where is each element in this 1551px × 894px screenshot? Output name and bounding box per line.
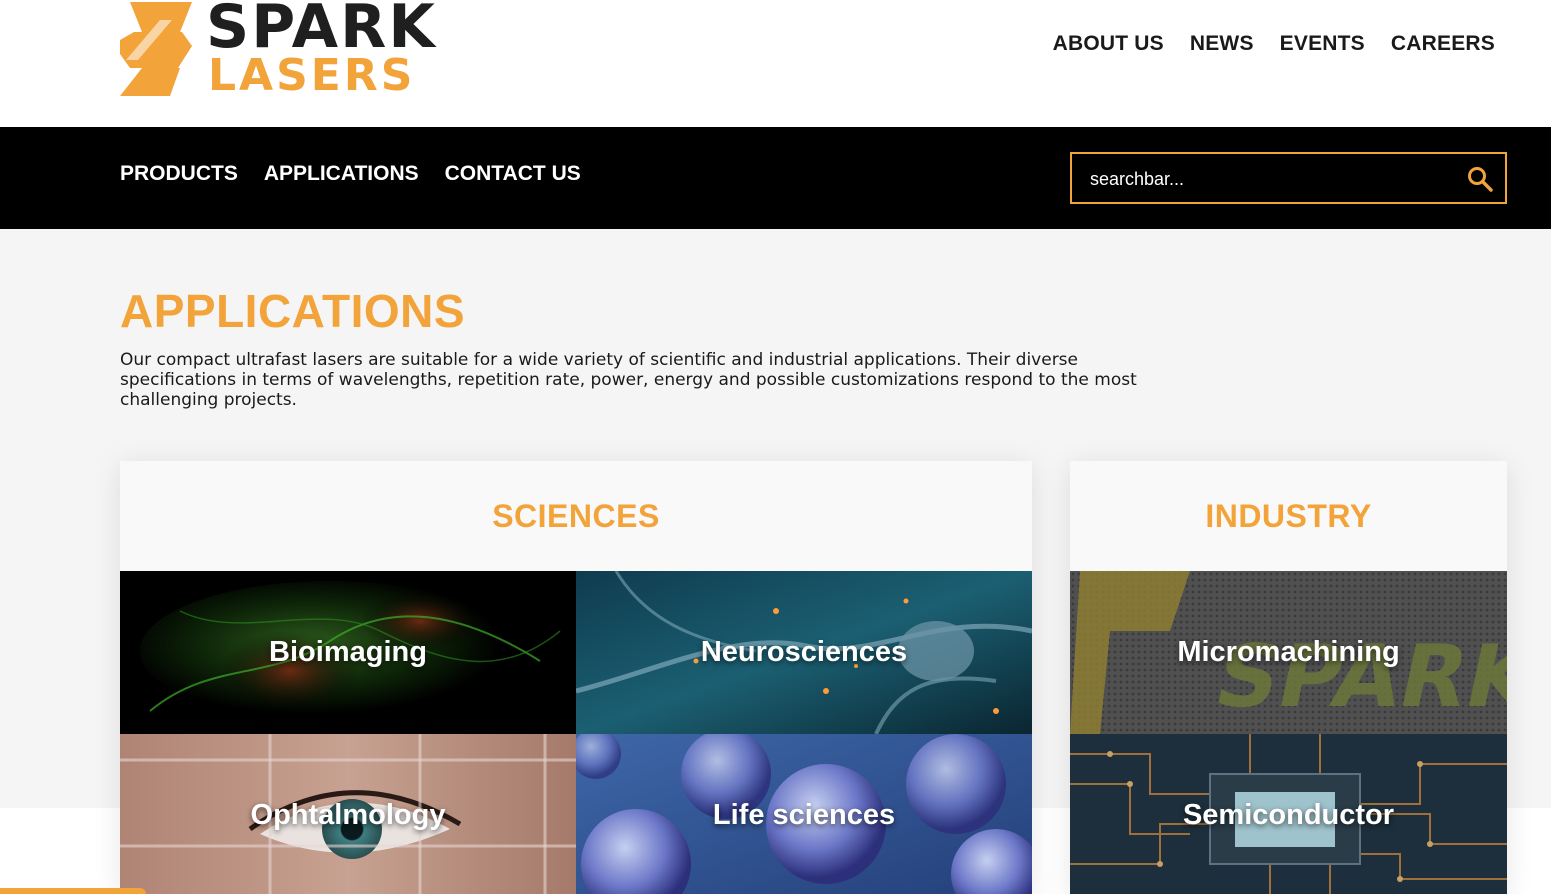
- tile-life-sciences[interactable]: Life sciences: [576, 734, 1032, 894]
- tile-bioimaging[interactable]: Bioimaging: [120, 571, 576, 734]
- tile-label-micromachining: Micromachining: [1177, 636, 1400, 668]
- spark-lasers-logo[interactable]: SPARK LASERS: [120, 0, 440, 100]
- sciences-card: SCIENCES Bioimaging Neurosciences Ophtal…: [120, 461, 1032, 894]
- main-nav-products[interactable]: PRODUCTS: [120, 162, 238, 186]
- top-header: SPARK LASERS ABOUT US NEWS EVENTS CAREER…: [0, 0, 1551, 127]
- main-nav-applications[interactable]: APPLICATIONS: [264, 162, 419, 186]
- top-nav-careers[interactable]: CAREERS: [1391, 32, 1495, 56]
- tile-label-neurosciences: Neurosciences: [700, 636, 908, 668]
- main-nav-bar: PRODUCTS APPLICATIONS CONTACT US: [0, 127, 1551, 229]
- main-nav: PRODUCTS APPLICATIONS CONTACT US: [120, 162, 581, 186]
- tile-label-ophtalmology: Ophtalmology: [250, 799, 446, 831]
- page-intro: Our compact ultrafast lasers are suitabl…: [120, 350, 1137, 410]
- top-nav-about-us[interactable]: ABOUT US: [1053, 32, 1164, 56]
- tile-label-semiconductor: Semiconductor: [1182, 799, 1395, 831]
- top-nav: ABOUT US NEWS EVENTS CAREERS: [1053, 32, 1495, 56]
- sciences-title: SCIENCES: [492, 497, 660, 534]
- tile-neurosciences[interactable]: Neurosciences: [576, 571, 1032, 734]
- tile-label-life-sciences: Life sciences: [712, 799, 896, 831]
- search-input[interactable]: [1088, 154, 1452, 204]
- tile-ophtalmology[interactable]: Ophtalmology: [120, 734, 576, 894]
- page-title: APPLICATIONS: [120, 285, 466, 337]
- tile-micromachining[interactable]: SPARK Micromachining: [1070, 571, 1507, 734]
- corner-accent-tab[interactable]: [0, 888, 146, 894]
- top-nav-events[interactable]: EVENTS: [1280, 32, 1365, 56]
- top-nav-news[interactable]: NEWS: [1190, 32, 1254, 56]
- industry-title: INDUSTRY: [1205, 497, 1372, 534]
- tile-semiconductor[interactable]: Semiconductor: [1070, 734, 1507, 894]
- search-box: [1070, 152, 1507, 204]
- search-icon[interactable]: [1467, 166, 1493, 192]
- industry-card: INDUSTRY SPARK Micromachining Semiconduc…: [1070, 461, 1507, 894]
- main-nav-contact-us[interactable]: CONTACT US: [445, 162, 581, 186]
- spark-logo-mark-icon: [120, 2, 192, 96]
- tile-label-bioimaging: Bioimaging: [269, 636, 427, 668]
- logo-lasers-text: LASERS: [208, 50, 416, 101]
